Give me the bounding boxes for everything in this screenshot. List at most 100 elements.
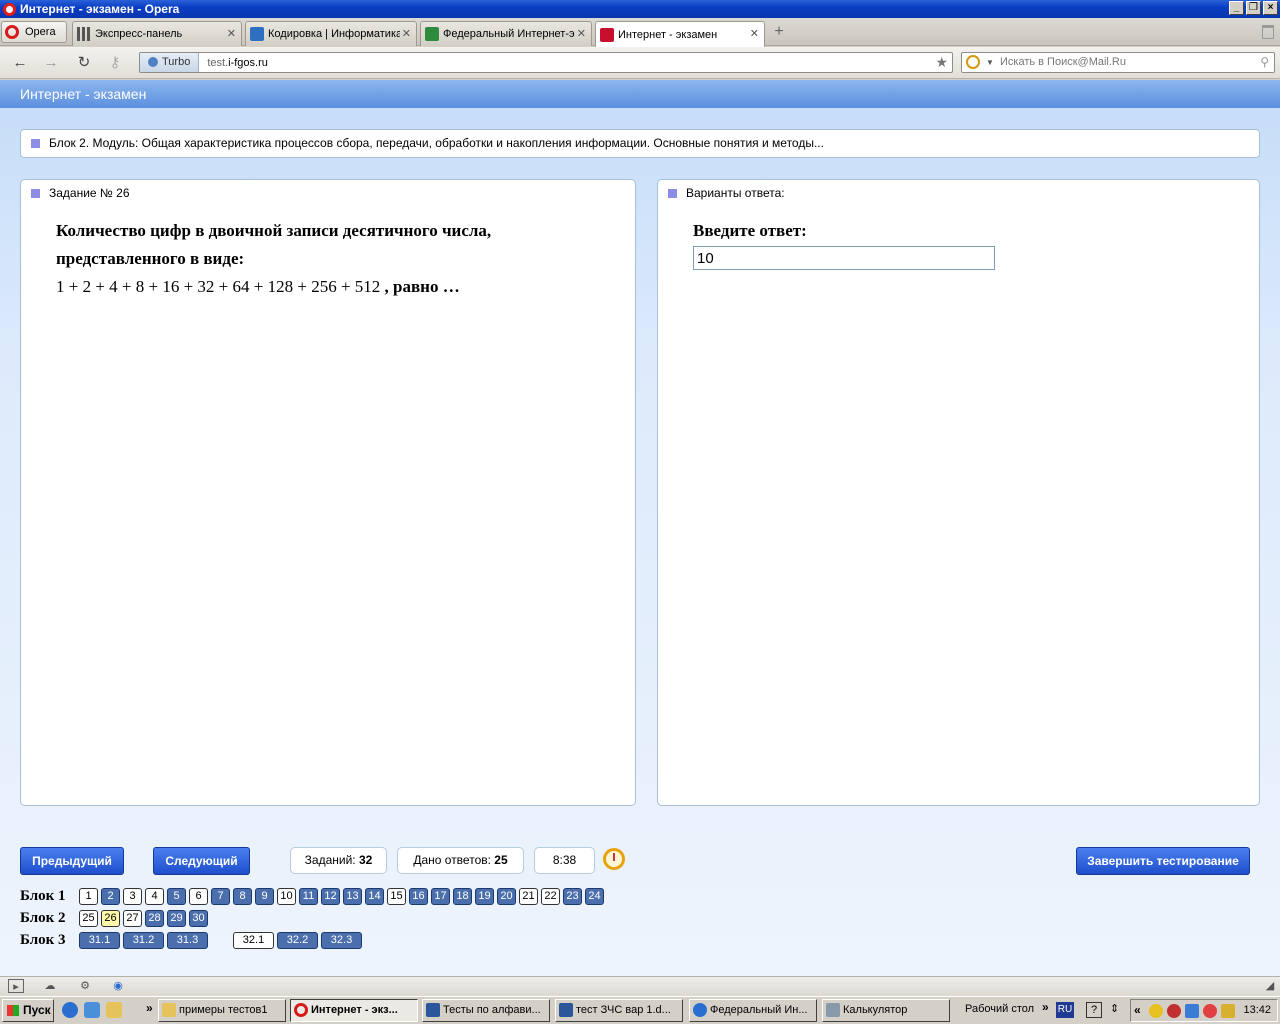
tab-close-icon[interactable]: ✕ bbox=[577, 27, 586, 40]
desktop-toolbar-label[interactable]: Рабочий стол bbox=[965, 1003, 1034, 1015]
question-nav-cell[interactable]: 25 bbox=[79, 909, 98, 927]
question-nav-cell[interactable]: 22 bbox=[541, 887, 560, 905]
tray-arrow-icon[interactable]: ⇕ bbox=[1110, 1002, 1119, 1015]
question-nav-cell[interactable]: 19 bbox=[475, 887, 494, 905]
answer-input[interactable] bbox=[693, 246, 995, 270]
question-nav-cell[interactable]: 13 bbox=[343, 887, 362, 905]
language-indicator[interactable]: RU bbox=[1056, 1002, 1074, 1018]
finish-test-button[interactable]: Завершить тестирование bbox=[1076, 847, 1250, 875]
question-nav-cell[interactable]: 10 bbox=[277, 887, 296, 905]
question-nav-cell[interactable]: 26 bbox=[101, 909, 120, 927]
reload-icon[interactable]: ↻ bbox=[75, 54, 93, 72]
word-icon bbox=[426, 1003, 440, 1017]
taskbar-item-word-2[interactable]: тест ЗЧС вар 1.d... bbox=[555, 999, 683, 1022]
question-nav-cell[interactable]: 30 bbox=[189, 909, 208, 927]
question-nav-cell[interactable]: 32.3 bbox=[321, 931, 362, 949]
chevron-down-icon[interactable]: ▼ bbox=[986, 53, 994, 72]
trash-icon[interactable] bbox=[1262, 25, 1274, 39]
browser-status-bar: ▸ ☁ ⚙ ◉ ◢ bbox=[0, 976, 1280, 996]
network-icon[interactable]: ⚙ bbox=[77, 979, 93, 993]
tab-encoding[interactable]: Кодировка | Информатика ✕ bbox=[245, 21, 417, 46]
back-arrow-icon[interactable]: ← bbox=[11, 54, 29, 72]
search-icon[interactable]: ⚲ bbox=[1260, 53, 1269, 72]
answered-count-label: Дано ответов: bbox=[413, 853, 491, 867]
calculator-icon bbox=[826, 1003, 840, 1017]
question-nav-cell[interactable]: 24 bbox=[585, 887, 604, 905]
taskbar-item-opera[interactable]: Интернет - экз... bbox=[290, 999, 418, 1022]
url-text[interactable]: test.i-fgos.ru bbox=[199, 57, 268, 69]
question-nav-cell[interactable]: 15 bbox=[387, 887, 406, 905]
opera-menu-button[interactable]: Opera bbox=[1, 21, 67, 43]
start-button[interactable]: Пуск bbox=[2, 999, 54, 1022]
tray-expand-icon[interactable]: « bbox=[1134, 1003, 1141, 1017]
tab-federal-exam[interactable]: Федеральный Интернет-экзамен ✕ bbox=[420, 21, 592, 46]
tab-close-icon[interactable]: ✕ bbox=[402, 27, 411, 40]
question-nav-cell[interactable]: 29 bbox=[167, 909, 186, 927]
turbo-button[interactable]: Turbo bbox=[140, 53, 200, 72]
question-nav-cell[interactable]: 8 bbox=[233, 887, 252, 905]
panel-toggle-icon[interactable]: ▸ bbox=[8, 979, 24, 993]
tab-close-icon[interactable]: ✕ bbox=[227, 27, 236, 40]
square-bullet-icon bbox=[31, 189, 40, 198]
question-nav-cell[interactable]: 31.3 bbox=[167, 931, 208, 949]
tab-close-icon[interactable]: ✕ bbox=[750, 27, 759, 40]
speed-dial-icon[interactable]: ◉ bbox=[110, 979, 126, 993]
question-nav-cell[interactable]: 21 bbox=[519, 887, 538, 905]
taskbar-item-ie[interactable]: Федеральный Ин... bbox=[689, 999, 817, 1022]
taskbar-item-word-1[interactable]: Тесты по алфави... bbox=[422, 999, 550, 1022]
question-nav-cell[interactable]: 5 bbox=[167, 887, 186, 905]
ie-icon bbox=[693, 1003, 707, 1017]
desktop-more-icon[interactable]: » bbox=[1042, 1000, 1049, 1014]
network-icon[interactable] bbox=[1185, 1004, 1199, 1018]
question-nav-cell[interactable]: 2 bbox=[101, 887, 120, 905]
question-nav-cell[interactable]: 18 bbox=[453, 887, 472, 905]
search-input[interactable]: ▼ Искать в Поиск@Mail.Ru ⚲ bbox=[961, 52, 1275, 73]
question-nav-cell[interactable]: 12 bbox=[321, 887, 340, 905]
folder-quicklaunch-icon[interactable] bbox=[106, 1002, 122, 1018]
minimize-button[interactable]: _ bbox=[1229, 1, 1244, 15]
tab-label: Интернет - экзамен bbox=[618, 28, 718, 41]
cloud-icon[interactable]: ☁ bbox=[42, 979, 58, 993]
question-nav-cell[interactable]: 31.2 bbox=[123, 931, 164, 949]
browser-quicklaunch-icon[interactable] bbox=[84, 1002, 100, 1018]
quicklaunch-more-icon[interactable]: » bbox=[146, 1001, 153, 1015]
question-nav-cell[interactable]: 4 bbox=[145, 887, 164, 905]
ie-icon[interactable] bbox=[62, 1002, 78, 1018]
antivirus-icon[interactable] bbox=[1167, 1004, 1181, 1018]
restore-button[interactable]: ❐ bbox=[1246, 1, 1261, 15]
previous-button[interactable]: Предыдущий bbox=[20, 847, 124, 875]
mail-at-icon[interactable] bbox=[1203, 1004, 1217, 1018]
next-button[interactable]: Следующий bbox=[153, 847, 250, 875]
question-nav-cell[interactable]: 14 bbox=[365, 887, 384, 905]
bookmark-star-icon[interactable]: ★ bbox=[935, 54, 948, 71]
tab-express-panel[interactable]: Экспресс-панель ✕ bbox=[72, 21, 242, 46]
question-nav-cell[interactable]: 32.2 bbox=[277, 931, 318, 949]
address-bar[interactable]: Turbo test.i-fgos.ru ★ bbox=[139, 52, 953, 73]
tab-internet-exam[interactable]: Интернет - экзамен ✕ bbox=[595, 21, 765, 47]
help-icon[interactable]: ? bbox=[1086, 1002, 1102, 1018]
search-engine-icon[interactable] bbox=[966, 55, 980, 69]
question-nav-cell[interactable]: 3 bbox=[123, 887, 142, 905]
question-nav-cell[interactable]: 20 bbox=[497, 887, 516, 905]
question-nav-cell[interactable]: 31.1 bbox=[79, 931, 120, 949]
shield-icon[interactable] bbox=[1149, 1004, 1163, 1018]
question-nav-cell[interactable]: 32.1 bbox=[233, 931, 274, 949]
question-nav-cell[interactable]: 1 bbox=[79, 887, 98, 905]
forward-arrow-icon[interactable]: → bbox=[42, 54, 60, 72]
question-nav-cell[interactable]: 28 bbox=[145, 909, 164, 927]
question-nav-cell[interactable]: 9 bbox=[255, 887, 274, 905]
close-window-button[interactable]: × bbox=[1263, 1, 1278, 15]
question-nav-cell[interactable]: 16 bbox=[409, 887, 428, 905]
question-nav-cell[interactable]: 7 bbox=[211, 887, 230, 905]
question-nav-cell[interactable]: 11 bbox=[299, 887, 318, 905]
new-tab-icon[interactable]: + bbox=[770, 24, 788, 42]
question-nav-cell[interactable]: 23 bbox=[563, 887, 582, 905]
key-icon[interactable]: ⚷ bbox=[106, 54, 124, 72]
question-nav-cell[interactable]: 17 bbox=[431, 887, 450, 905]
pencil-icon[interactable] bbox=[1221, 1004, 1235, 1018]
question-nav-cell[interactable]: 6 bbox=[189, 887, 208, 905]
question-nav-cell[interactable]: 27 bbox=[123, 909, 142, 927]
taskbar-item-calculator[interactable]: Калькулятор bbox=[822, 999, 950, 1022]
resize-grip-icon[interactable]: ◢ bbox=[1262, 979, 1278, 993]
taskbar-item-folder[interactable]: примеры тестов1 bbox=[158, 999, 286, 1022]
